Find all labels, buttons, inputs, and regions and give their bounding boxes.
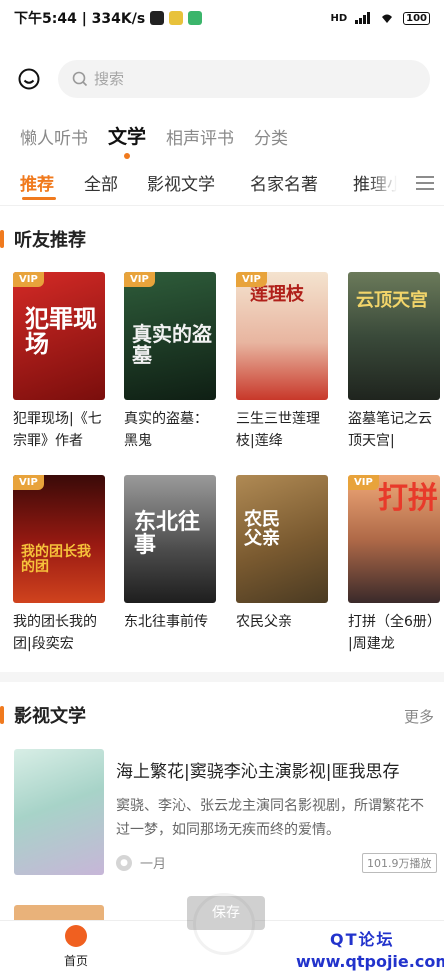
status-time: 下午5:44 | 334K/s <box>14 11 146 27</box>
cover-art-text: 打拼 <box>378 481 438 516</box>
vip-badge: VIP <box>13 272 44 287</box>
author-icon: ● <box>116 854 132 871</box>
tab-lanren[interactable]: 懒人听书 <box>20 124 88 149</box>
watermark-url: www.qtpojie.com <box>296 952 444 971</box>
book-item[interactable]: VIP 我的团长我的团 我的团长我的团|段奕宏 <box>13 475 105 655</box>
main-tabs: 懒人听书 文学 相声评书 分类 <box>20 122 288 159</box>
book-cover: VIP 真实的盗墓 <box>124 272 216 400</box>
tab-crosstalk[interactable]: 相声评书 <box>166 124 234 149</box>
book-cover: 东北往事 <box>124 475 216 603</box>
cover-art-text: 犯罪现场 <box>25 304 97 359</box>
book-cover: 云顶天宫 <box>348 272 440 400</box>
book-title: 打拼（全6册）|周建龙 <box>348 614 434 652</box>
wifi-icon <box>382 14 393 23</box>
save-popup[interactable]: 保存 <box>187 896 265 930</box>
book-cover: 农民父亲 <box>236 475 328 603</box>
notification-app-icon <box>169 11 184 25</box>
notification-app-icon <box>150 11 165 25</box>
cover-art-text: 东北往事 <box>134 509 201 559</box>
book-item[interactable]: VIP 犯罪现场 犯罪现场|《七宗罪》作者 <box>13 272 105 452</box>
book-item[interactable]: VIP 真实的盗墓 真实的盗墓：黑鬼 <box>124 272 216 452</box>
book-title: 东北往事前传 <box>124 614 208 630</box>
cover-art-text: 农民父亲 <box>244 509 280 549</box>
subtab-film[interactable]: 影视文学 <box>147 170 215 195</box>
featured-author: ● 一月 <box>116 853 166 872</box>
tab-literature[interactable]: 文学 <box>108 122 147 159</box>
vip-badge: VIP <box>124 272 155 287</box>
top-row <box>0 56 444 102</box>
book-title: 盗墓笔记之云顶天宫| <box>348 411 432 449</box>
watermark-name: QT论坛 <box>330 930 395 949</box>
nav-home-label: 首页 <box>63 954 88 968</box>
book-cover: VIP 打拼 <box>348 475 440 603</box>
home-icon <box>65 925 87 947</box>
tab-literature-label: 文学 <box>108 126 147 148</box>
cover-art-text: 真实的盗墓 <box>132 322 212 367</box>
book-cover: VIP 莲理枝 <box>236 272 328 400</box>
featured-description: 窦骁、李沁、张云龙主演同名影视剧，所谓繁花不过一梦，如同那场无疾而终的爱情。 <box>116 798 424 838</box>
signal-icon <box>355 12 371 24</box>
book-title: 真实的盗墓：黑鬼 <box>124 411 208 449</box>
book-item[interactable]: 农民父亲 农民父亲 <box>236 475 328 633</box>
cover-art-text: 云顶天宫 <box>356 290 428 311</box>
book-cover: VIP 我的团长我的团 <box>13 475 105 603</box>
active-tab-dot <box>124 153 130 159</box>
section-title-film: 影视文学 <box>0 702 86 728</box>
signal-label: HD <box>330 12 348 24</box>
section-title-text: 听友推荐 <box>14 230 86 251</box>
book-title: 农民父亲 <box>236 614 292 630</box>
section-divider-band <box>0 672 444 682</box>
book-title: 犯罪现场|《七宗罪》作者 <box>13 411 102 449</box>
nav-home[interactable]: 首页 <box>54 925 98 969</box>
subtab-all[interactable]: 全部 <box>84 170 118 195</box>
search-input[interactable] <box>94 70 394 88</box>
book-item[interactable]: VIP 打拼 打拼（全6册）|周建龙 <box>348 475 440 655</box>
cover-art-text: 莲理枝 <box>250 284 304 305</box>
vip-badge: VIP <box>236 272 267 287</box>
featured-title: 海上繁花|窦骁李沁主演影视|匪我思存 <box>116 762 400 782</box>
sub-tabs: 推荐 全部 影视文学 名家名著 推理小 <box>0 165 444 203</box>
subtab-fade <box>368 165 410 203</box>
vip-badge: VIP <box>348 475 379 490</box>
smile-face-icon[interactable] <box>18 68 40 90</box>
search-bar[interactable] <box>58 60 430 98</box>
featured-cover <box>14 749 104 875</box>
divider <box>0 205 444 206</box>
book-cover: VIP 犯罪现场 <box>13 272 105 400</box>
play-count-badge: 101.9万播放 <box>362 853 437 873</box>
search-icon <box>72 71 88 87</box>
subtab-indicator <box>22 197 56 200</box>
notification-app-icon <box>188 11 203 25</box>
book-title: 三生三世莲理枝|莲绛 <box>236 411 320 449</box>
cover-art-text: 我的团长我的团 <box>21 544 91 575</box>
subtab-recommend[interactable]: 推荐 <box>20 170 54 195</box>
subtab-classics[interactable]: 名家名著 <box>250 170 318 195</box>
menu-icon[interactable] <box>416 175 434 191</box>
book-item[interactable]: 云顶天宫 盗墓笔记之云顶天宫| <box>348 272 440 452</box>
book-item[interactable]: 东北往事 东北往事前传 <box>124 475 216 633</box>
more-link[interactable]: 更多 <box>404 706 434 727</box>
section-title-text: 影视文学 <box>14 706 86 727</box>
status-bar: 下午5:44 | 334K/s HD 100 <box>0 0 444 36</box>
book-title: 我的团长我的团|段奕宏 <box>13 614 97 652</box>
book-item[interactable]: VIP 莲理枝 三生三世莲理枝|莲绛 <box>236 272 328 452</box>
battery-icon: 100 <box>403 11 430 25</box>
author-name: 一月 <box>140 857 167 872</box>
section-title-friends: 听友推荐 <box>0 226 86 252</box>
vip-badge: VIP <box>13 475 44 490</box>
tab-category[interactable]: 分类 <box>254 124 288 149</box>
